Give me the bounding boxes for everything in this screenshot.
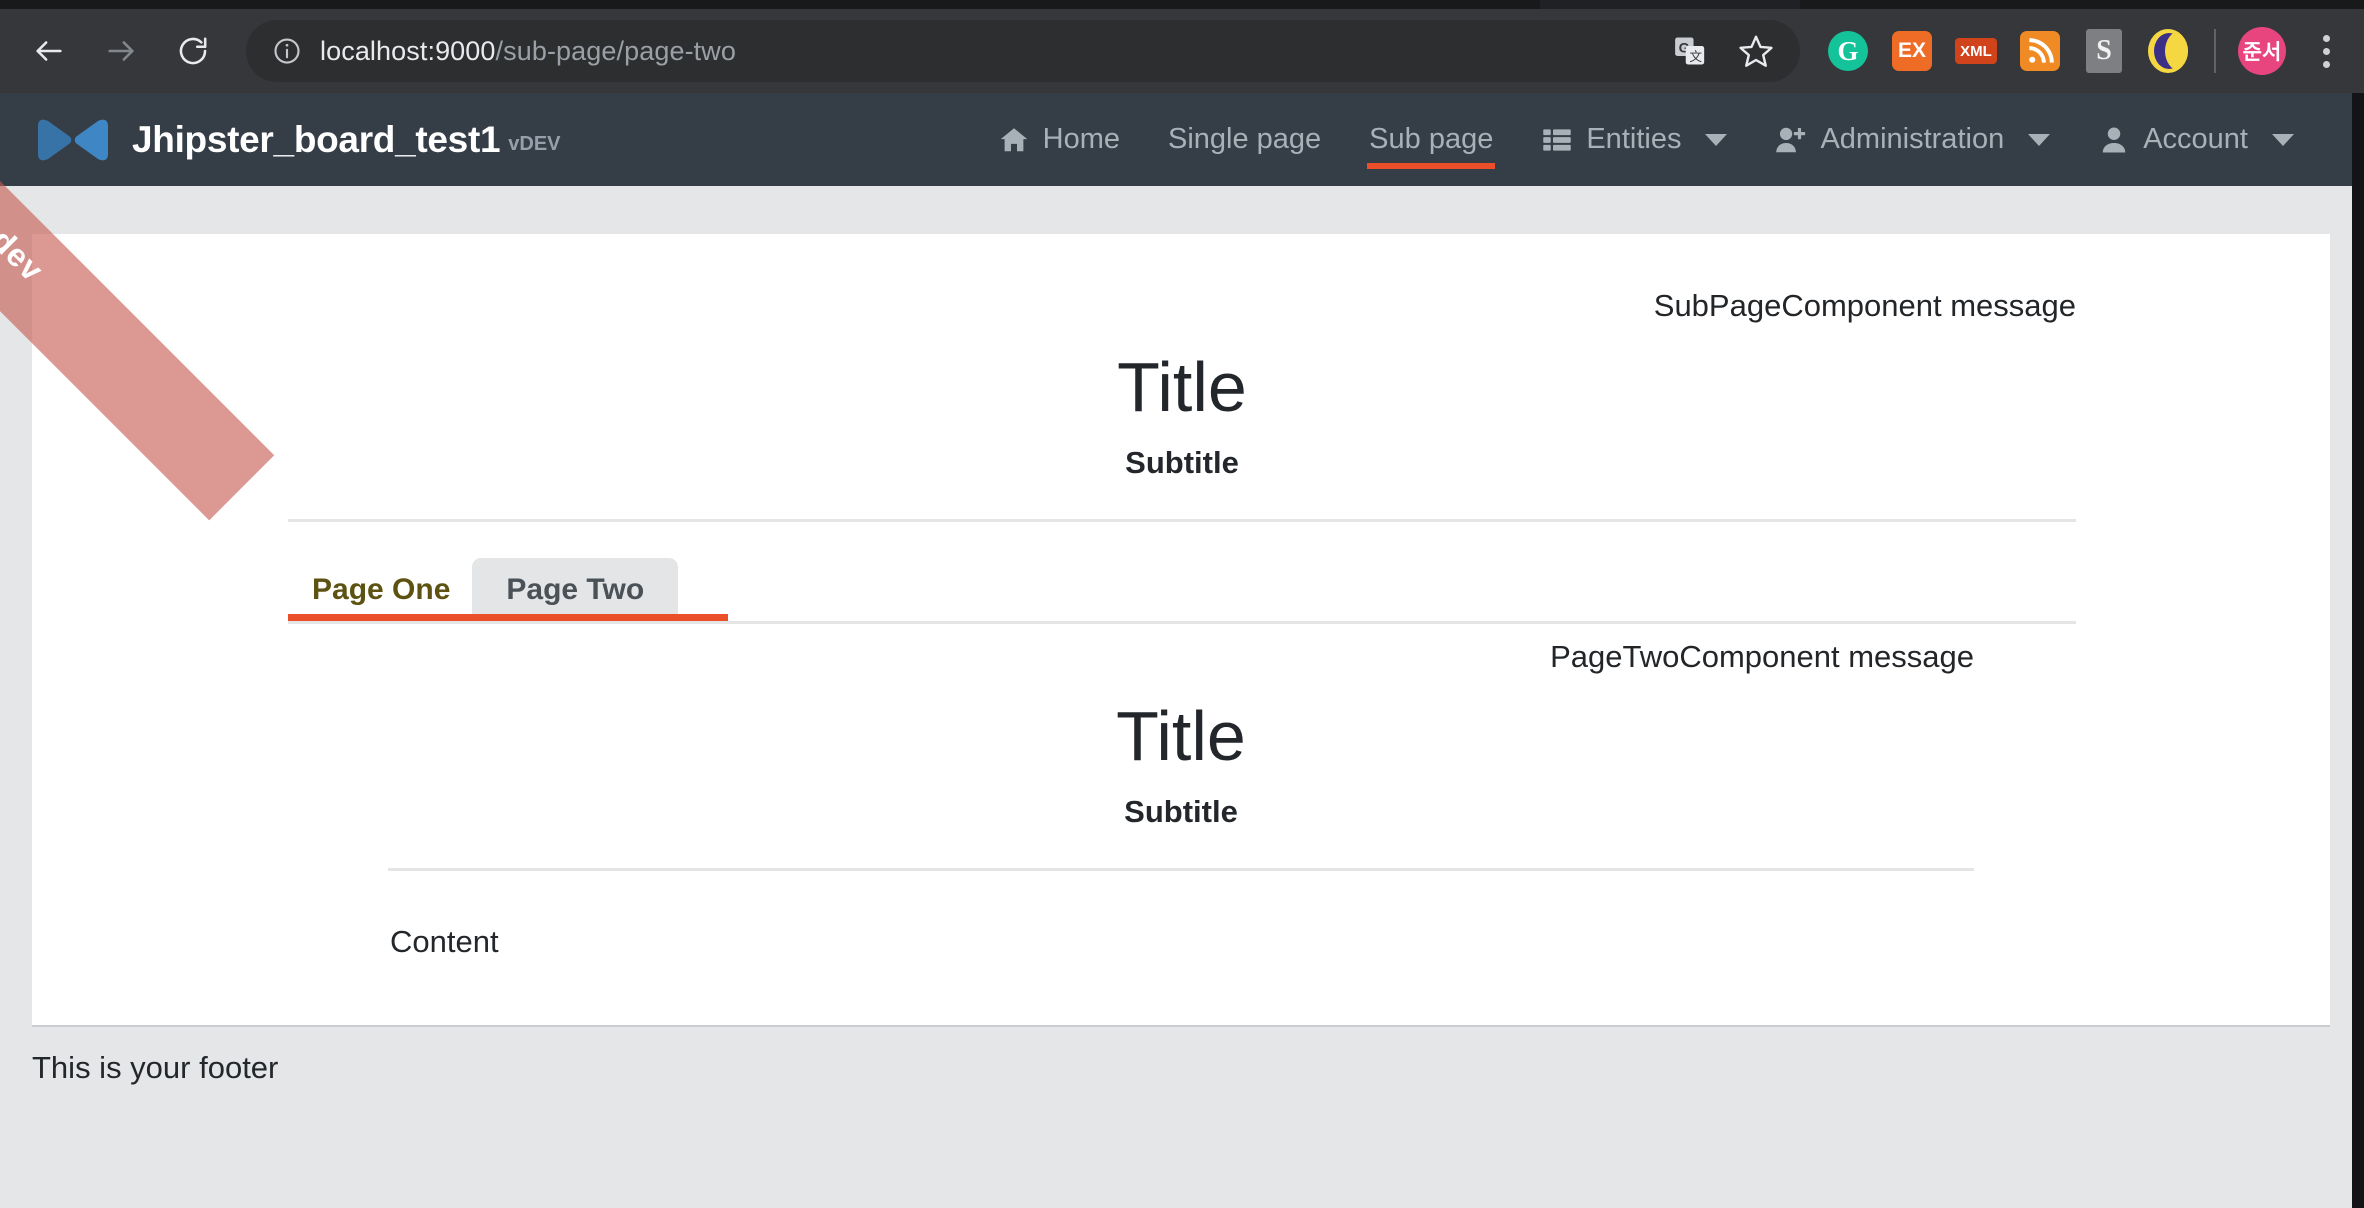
back-button[interactable] (16, 18, 82, 84)
rss-glyph (2020, 31, 2060, 71)
browser-window: localhost:9000/sub-page/page-two G 文 G E… (0, 0, 2364, 1208)
page-two-subtitle: Subtitle (1124, 793, 1238, 829)
bookmark-star-icon[interactable] (1728, 23, 1784, 79)
nav-label-administration: Administration (1820, 123, 2005, 155)
nav-label-single-page: Single page (1167, 123, 1322, 155)
navbar-brand[interactable]: Jhipster_board_test1 vDEV (36, 117, 561, 163)
sub-page-title: Title (1117, 348, 1247, 426)
brand-version: vDEV (508, 132, 561, 155)
grammarly-glyph: G (1828, 31, 1868, 71)
url-text[interactable]: localhost:9000/sub-page/page-two (320, 36, 736, 67)
tab-page-two[interactable]: Page Two (472, 558, 679, 622)
profile-avatar[interactable]: 준서 (2232, 21, 2292, 81)
content-card: SubPageComponent message Title Subtitle … (32, 234, 2330, 1027)
page-viewport: dev Jhipster_board_test1 vDEV Home Singl… (0, 93, 2364, 1208)
s-glyph: S (2086, 29, 2122, 73)
toolbar-divider (2214, 29, 2216, 73)
extensions-bar: G EX XML S 준서 (1818, 21, 2364, 81)
dark-mode-extension-icon[interactable] (2138, 21, 2198, 81)
s-extension-icon[interactable]: S (2074, 21, 2134, 81)
sub-page-container: SubPageComponent message Title Subtitle … (32, 234, 2330, 960)
nav-item-account[interactable]: Account (2074, 93, 2318, 186)
browser-toolbar: localhost:9000/sub-page/page-two G 文 G E… (0, 9, 2364, 93)
url-path: /sub-page/page-two (495, 35, 736, 66)
app-navbar: dev Jhipster_board_test1 vDEV Home Singl… (0, 93, 2352, 521)
menu-dots-glyph (2322, 34, 2330, 68)
nav-item-sub-page[interactable]: Sub page (1345, 93, 1517, 186)
ex-glyph: EX (1892, 31, 1932, 71)
page-two-message: PageTwoComponent message (1550, 639, 1974, 675)
nav-item-single-page[interactable]: Single page (1144, 93, 1345, 186)
moon-glyph (2148, 29, 2188, 73)
nav-item-entities[interactable]: Entities (1517, 93, 1751, 186)
window-right-gutter (2352, 93, 2364, 1208)
translate-glyph: G 文 (1675, 37, 1705, 65)
brand-title: Jhipster_board_test1 (132, 118, 501, 160)
sub-page-subtitle: Subtitle (1125, 445, 1239, 481)
jhipster-logo-icon (38, 119, 108, 160)
sub-page-divider (288, 519, 2076, 523)
xml-glyph: XML (1955, 38, 1997, 64)
nav-label-sub-page: Sub page (1369, 123, 1494, 155)
browser-tab-strip-right (1800, 0, 2364, 9)
home-icon (1000, 127, 1027, 151)
page-footer: This is your footer (32, 1050, 279, 1085)
star-glyph (1739, 35, 1773, 67)
address-bar[interactable]: localhost:9000/sub-page/page-two G 文 (246, 20, 1800, 82)
nav-label-home: Home (1042, 123, 1120, 155)
user-plus-icon (1776, 127, 1806, 152)
chrome-menu-icon[interactable] (2296, 21, 2356, 81)
page-two-hero: Title Subtitle (388, 697, 1974, 829)
page-two-title: Title (1116, 697, 1246, 776)
rss-extension-icon[interactable] (2010, 21, 2070, 81)
page-two-divider (388, 867, 1974, 871)
sub-page-message: SubPageComponent message (1653, 288, 2076, 323)
navbar-menu: Home Single page Sub page Entities Admin… (974, 93, 2318, 186)
user-icon (2102, 127, 2126, 152)
tab-page-one[interactable]: Page One (288, 558, 472, 621)
browser-tab-active[interactable] (0, 0, 1540, 9)
forward-button[interactable] (88, 18, 154, 84)
tab-active-underline (288, 614, 728, 622)
rss-waves (2029, 38, 2054, 63)
ex-extension-icon[interactable]: EX (1882, 21, 1942, 81)
svg-text:文: 文 (1689, 49, 1702, 64)
page-two-content: Content (390, 923, 499, 959)
xml-extension-icon[interactable]: XML (1946, 21, 2006, 81)
reload-button[interactable] (160, 18, 226, 84)
site-info-icon[interactable] (272, 36, 302, 66)
nav-label-entities: Entities (1586, 123, 1682, 155)
grammarly-extension-icon[interactable]: G (1818, 21, 1878, 81)
chevron-down-icon (2028, 133, 2051, 146)
sub-page-hero: Title Subtitle (288, 348, 2076, 481)
nav-item-home[interactable]: Home (974, 93, 1144, 186)
chevron-down-icon (1705, 133, 1728, 146)
avatar-initials: 준서 (2238, 27, 2286, 75)
translate-icon[interactable]: G 文 (1662, 23, 1718, 79)
th-list-icon (1543, 128, 1572, 151)
page-body: SubPageComponent message Title Subtitle … (0, 186, 2352, 1208)
nav-item-administration[interactable]: Administration (1751, 93, 2074, 186)
nav-label-account: Account (2143, 123, 2248, 155)
tab-bar: Page One Page Two (288, 555, 2076, 622)
url-host: localhost:9000 (320, 35, 496, 66)
page-two-container: PageTwoComponent message Title Subtitle … (288, 624, 2076, 959)
chevron-down-icon (2272, 133, 2294, 146)
